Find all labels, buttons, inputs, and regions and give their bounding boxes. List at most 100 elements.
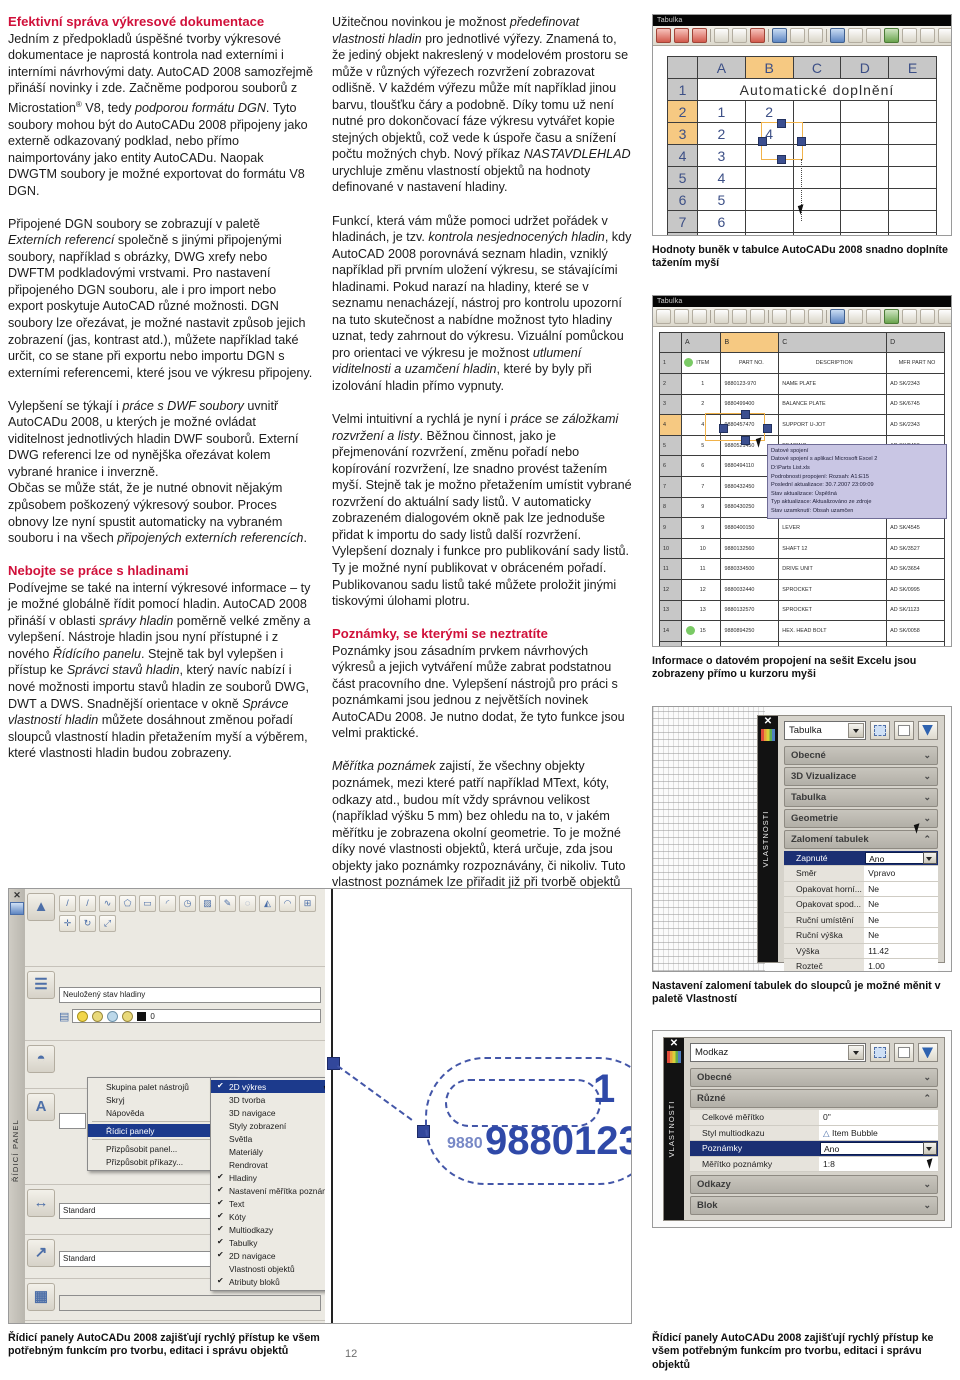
submenu-item-koty[interactable]: ✔ Kóty: [211, 1210, 337, 1223]
property-row-celkove-meritko[interactable]: Celkové měřítko 0": [690, 1110, 938, 1126]
cell-description[interactable]: SHAFT 12: [778, 537, 888, 560]
cell-b5[interactable]: [744, 166, 794, 189]
move-icon[interactable]: ✛: [59, 915, 76, 932]
cell-d3[interactable]: [840, 122, 890, 145]
cell-item[interactable]: 12: [680, 578, 722, 601]
delete-row-icon[interactable]: [692, 308, 707, 324]
cell-e4[interactable]: [888, 144, 937, 167]
insert-row-above-icon[interactable]: [656, 28, 671, 43]
row-header-8[interactable]: 8: [667, 232, 698, 235]
cell-borders-icon[interactable]: [830, 308, 845, 324]
current-layer-select[interactable]: 0: [72, 1009, 321, 1023]
close-icon[interactable]: ✕: [758, 716, 778, 728]
layer-manager-icon[interactable]: ▤: [59, 1010, 69, 1023]
offset-icon[interactable]: ◌: [239, 895, 256, 912]
row-header-4[interactable]: 4: [667, 144, 698, 167]
chevron-down-icon[interactable]: [922, 851, 937, 865]
cell-d7[interactable]: [840, 210, 890, 233]
chevron-down-icon[interactable]: ⌄: [923, 1179, 931, 1190]
cell-part-no[interactable]: 9880400150: [720, 517, 780, 539]
insert-column-left-icon[interactable]: [714, 308, 729, 324]
property-row-meritko-poznamky[interactable]: Měřítko poznámky 1:8: [690, 1156, 938, 1173]
cell-locking-icon[interactable]: [920, 308, 935, 324]
multileader-panel-icon[interactable]: ↗: [27, 1239, 55, 1267]
layer-lock-icon[interactable]: [122, 1010, 134, 1022]
selection-grip-left[interactable]: [719, 423, 728, 433]
polyline-icon[interactable]: /: [79, 895, 96, 912]
property-value[interactable]: △ Item Bubble: [818, 1125, 938, 1141]
chevron-up-icon[interactable]: ⌃: [923, 1093, 931, 1104]
col-header-e[interactable]: E: [888, 56, 937, 79]
col-header-a[interactable]: A: [680, 331, 722, 354]
align-icon[interactable]: [848, 308, 863, 324]
close-icon[interactable]: ✕: [664, 1038, 684, 1050]
polygon-icon[interactable]: ⬠: [119, 895, 136, 912]
select-objects-button[interactable]: [894, 1043, 914, 1063]
submenu-item-hladiny[interactable]: ✔ Hladiny: [211, 1171, 337, 1184]
annotation-scale-panel-icon[interactable]: ◓: [27, 1045, 55, 1073]
cell-item[interactable]: 9: [680, 496, 722, 519]
cell-part-no[interactable]: 9880132570: [720, 599, 780, 622]
chevron-down-icon[interactable]: ⌄: [923, 792, 931, 803]
row-header-2[interactable]: 2: [659, 373, 682, 395]
object-type-select[interactable]: Modkaz: [690, 1043, 866, 1063]
property-value[interactable]: Vpravo: [864, 866, 938, 881]
cell-mfr[interactable]: AD SK/6745: [886, 393, 945, 416]
layer-on-icon[interactable]: [77, 1010, 89, 1022]
layer-color-swatch[interactable]: [137, 1011, 147, 1021]
row-header-2[interactable]: 2: [667, 100, 698, 123]
chevron-down-icon[interactable]: ⌄: [923, 1200, 931, 1211]
selection-grip-left[interactable]: [758, 137, 767, 146]
layer-state-field[interactable]: Neuložený stav hladiny: [59, 987, 321, 1003]
cell-mfr[interactable]: AD SK/1123: [886, 599, 945, 622]
cell-description[interactable]: LEVER: [778, 517, 888, 539]
selection-grip-top[interactable]: [777, 119, 786, 128]
row-header-1[interactable]: 1: [659, 352, 682, 374]
chevron-down-icon[interactable]: [922, 1142, 937, 1155]
submenu-item-tabulky[interactable]: ✔ Tabulky: [211, 1236, 337, 1249]
cell-mfr[interactable]: AD SK/4545: [886, 517, 945, 539]
cell-description[interactable]: SPROCKET: [778, 599, 888, 622]
group-ruzne[interactable]: Různé ⌃: [690, 1089, 938, 1109]
property-row-roztec[interactable]: Rozteč 1.00: [784, 959, 938, 971]
group-3d-vizualizace[interactable]: 3D Vizualizace ⌄: [784, 766, 938, 786]
submenu-item-rendrovat[interactable]: Rendrovat: [211, 1158, 337, 1171]
property-value[interactable]: Ne: [864, 881, 938, 897]
toggle-pickadd-button[interactable]: [870, 1043, 890, 1063]
cell-d5[interactable]: [840, 166, 890, 189]
layer-freeze-vp-icon[interactable]: [107, 1010, 119, 1022]
col-header-a[interactable]: A: [697, 56, 746, 79]
row-header-5[interactable]: 5: [667, 166, 698, 189]
cell-b7[interactable]: [744, 210, 794, 233]
delete-row-icon[interactable]: [692, 28, 707, 43]
row-header-9[interactable]: 9: [659, 517, 682, 539]
col-header-d[interactable]: D: [886, 331, 945, 354]
col-header-c[interactable]: C: [778, 331, 888, 354]
cell-part-no[interactable]: 9880894140: [720, 640, 780, 646]
cell-locking-icon[interactable]: [920, 28, 935, 43]
rectangle-icon[interactable]: ▭: [139, 895, 156, 912]
cell-part-no[interactable]: 9880334500: [720, 558, 780, 580]
mirror-icon[interactable]: ◭: [259, 895, 276, 912]
chevron-up-icon[interactable]: ⌃: [923, 834, 931, 845]
delete-column-icon[interactable]: [750, 308, 765, 324]
row-header-3[interactable]: 3: [667, 122, 698, 145]
quick-select-button[interactable]: [918, 720, 938, 740]
row-header-10[interactable]: 10: [659, 537, 682, 560]
unmerge-cells-icon[interactable]: [808, 308, 823, 324]
array-icon[interactable]: ⊞: [299, 895, 316, 912]
cell-a6[interactable]: 5: [697, 188, 746, 211]
select-objects-button[interactable]: [894, 720, 914, 740]
cell-item[interactable]: 2: [680, 393, 722, 416]
align-dropdown-icon[interactable]: [866, 28, 881, 43]
cell-a8[interactable]: 7: [697, 232, 746, 235]
unmerge-cells-icon[interactable]: [808, 28, 823, 43]
selection-grip-top[interactable]: [741, 409, 750, 419]
property-row-smer[interactable]: Směr Vpravo: [784, 866, 938, 882]
row-header-11[interactable]: 11: [659, 558, 682, 580]
cell-e3[interactable]: [888, 122, 937, 145]
merge-cells-icon[interactable]: [772, 308, 787, 324]
align-dropdown-icon[interactable]: [866, 308, 881, 324]
cell-b8[interactable]: [744, 232, 794, 235]
property-value[interactable]: Ano: [865, 851, 924, 865]
